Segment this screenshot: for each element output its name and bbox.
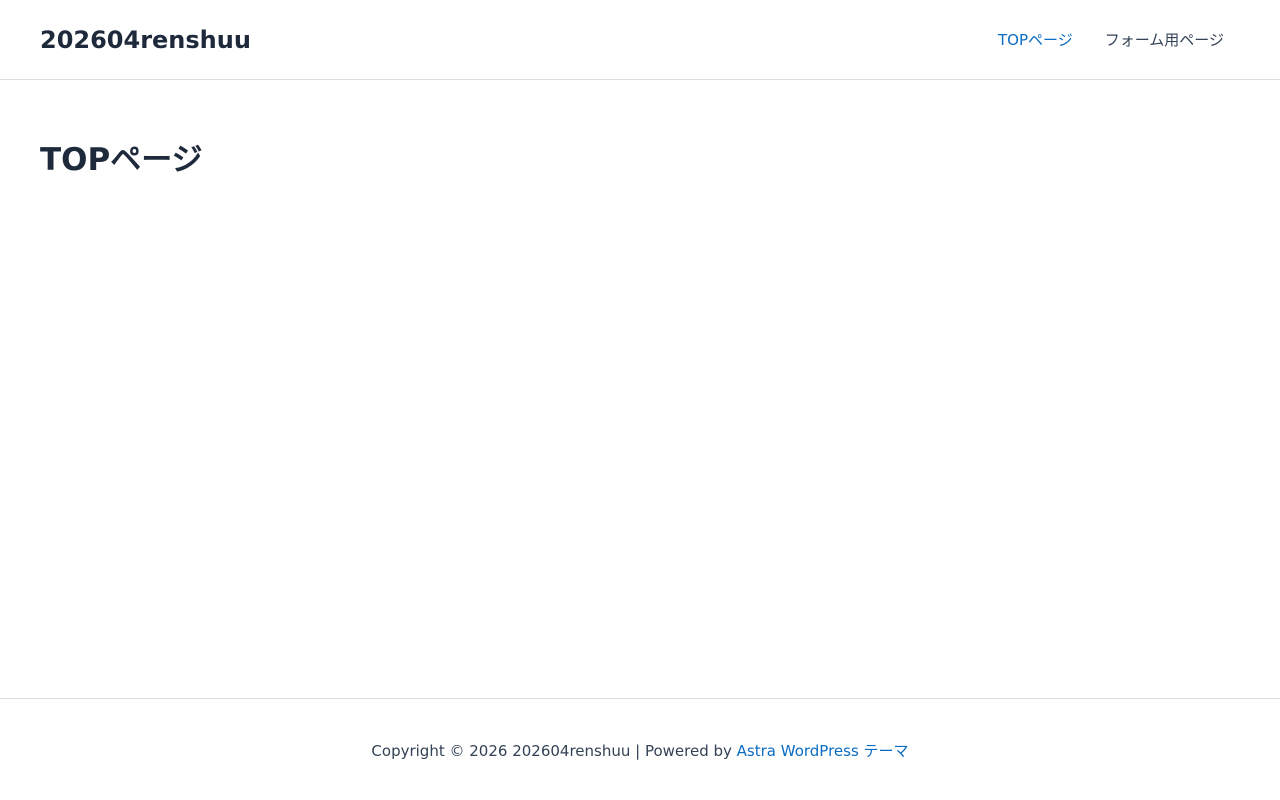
nav-item-form-page[interactable]: フォーム用ページ bbox=[1089, 28, 1240, 52]
site-header: 202604renshuu TOPページ フォーム用ページ bbox=[0, 0, 1280, 80]
nav-item-top-page[interactable]: TOPページ bbox=[982, 28, 1089, 52]
site-footer: Copyright © 2026 202604renshuu | Powered… bbox=[0, 698, 1280, 800]
site-title-link[interactable]: 202604renshuu bbox=[40, 24, 251, 56]
astra-theme-link[interactable]: Astra WordPress テーマ bbox=[737, 742, 909, 760]
main-content: TOPページ bbox=[40, 140, 203, 180]
page-title: TOPページ bbox=[40, 142, 203, 178]
copyright-text: Copyright © 2026 202604renshuu | Powered… bbox=[371, 742, 732, 760]
footer-copyright: Copyright © 2026 202604renshuu | Powered… bbox=[0, 739, 1280, 763]
main-navigation: TOPページ フォーム用ページ bbox=[982, 28, 1240, 52]
